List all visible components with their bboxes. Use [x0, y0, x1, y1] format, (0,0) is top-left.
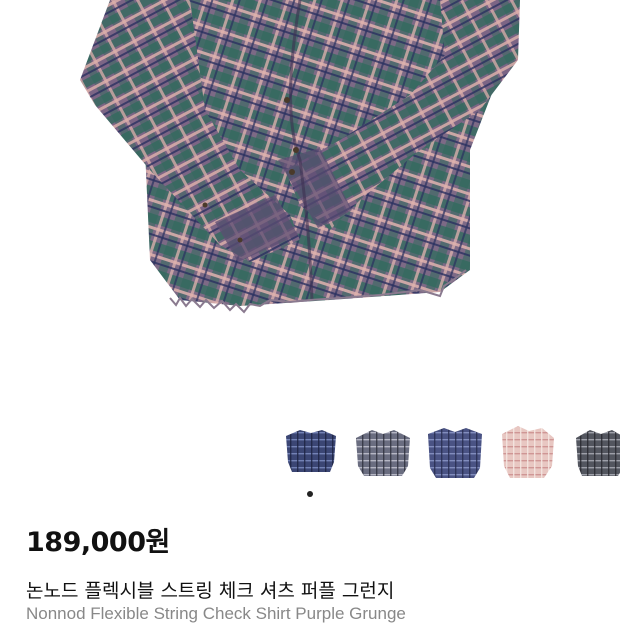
thumb-shirt-icon — [502, 426, 554, 478]
product-main-image[interactable] — [0, 0, 620, 400]
thumbnail-1[interactable] — [280, 422, 342, 484]
thumb-shirt-icon — [428, 428, 482, 478]
product-title-korean: 논노드 플렉시블 스트링 체크 셔츠 퍼플 그런지 — [26, 580, 395, 602]
thumbnail-5[interactable] — [570, 422, 620, 484]
product-title-english: Nonnod Flexible String Check Shirt Purpl… — [26, 604, 406, 623]
thumb-shirt-icon — [576, 430, 620, 476]
product-price: 189,000원 — [26, 527, 170, 558]
thumbnail-3[interactable] — [424, 422, 486, 484]
thumbnail-2[interactable] — [352, 422, 414, 484]
thumb-shirt-icon — [356, 430, 410, 476]
thumbnail-4[interactable] — [496, 422, 558, 484]
thumb-shirt-icon — [286, 430, 336, 472]
plaid-shirt-image — [80, 0, 520, 314]
thumbnail-strip — [280, 418, 620, 488]
carousel-indicator-dot — [307, 491, 313, 497]
